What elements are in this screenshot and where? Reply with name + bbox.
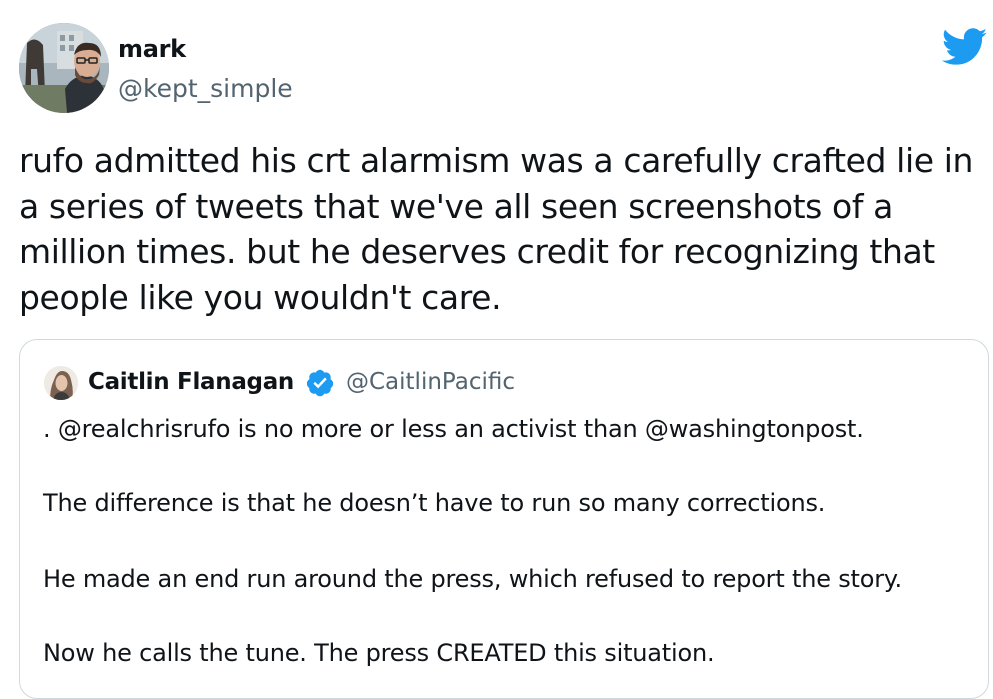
quoted-author-avatar[interactable] <box>44 366 78 400</box>
author-name[interactable]: mark <box>118 35 186 63</box>
quoted-author-name[interactable]: Caitlin Flanagan <box>88 369 294 395</box>
quoted-author-handle[interactable]: @CaitlinPacific <box>346 369 515 395</box>
quoted-tweet-line: The difference is that he doesn’t have t… <box>43 489 826 517</box>
tweet-text: rufo admitted his crt alarmism was a car… <box>19 141 973 317</box>
verified-badge-icon <box>305 368 335 398</box>
tweet-card: mark @kept_simple rufo admitted his crt … <box>0 0 993 699</box>
author-avatar[interactable] <box>19 23 109 113</box>
twitter-bird-icon[interactable] <box>941 28 988 66</box>
quoted-tweet-line: . @realchrisrufo is no more or less an a… <box>43 415 864 443</box>
author-handle[interactable]: @kept_simple <box>118 74 293 103</box>
quoted-tweet[interactable]: Caitlin Flanagan @CaitlinPacific . @real… <box>19 339 989 699</box>
quoted-tweet-line: He made an end run around the press, whi… <box>43 565 902 593</box>
quoted-tweet-line: Now he calls the tune. The press CREATED… <box>43 639 715 667</box>
